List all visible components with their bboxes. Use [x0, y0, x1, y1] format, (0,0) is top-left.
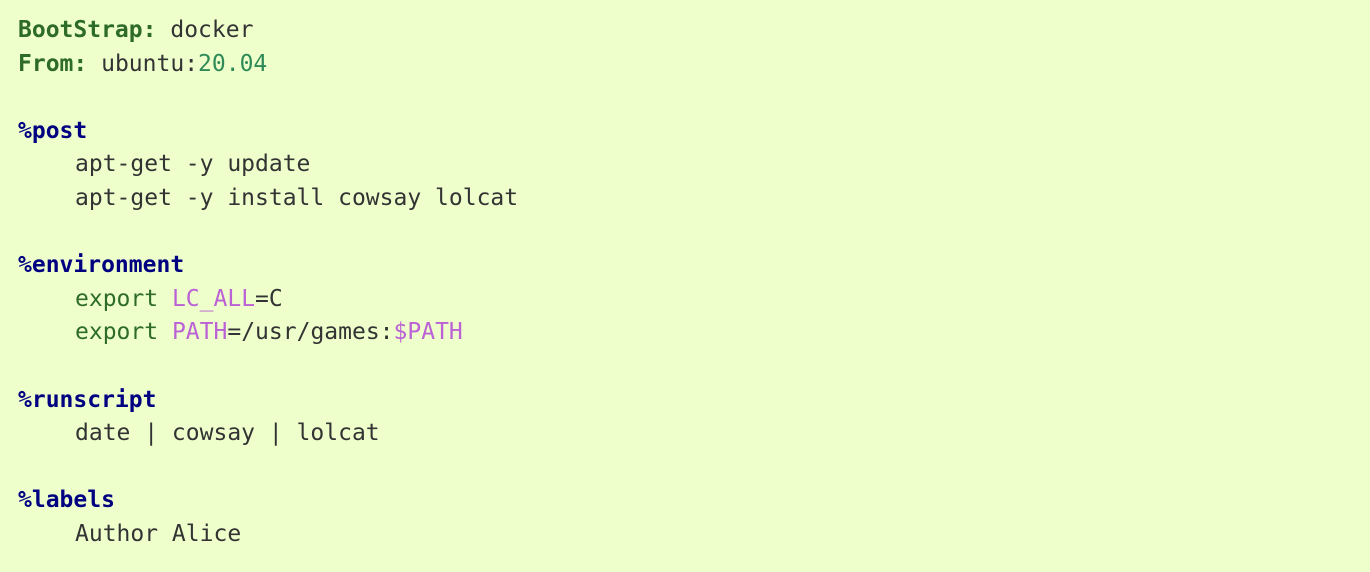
code-line-post-cmd-1: apt-get -y update	[18, 148, 1370, 182]
label-entry: Author Alice	[75, 520, 242, 547]
export-keyword: export	[75, 285, 159, 312]
runscript-command: date | cowsay | lolcat	[75, 420, 380, 447]
assign-operator: =	[255, 285, 269, 312]
environment-section-header: %environment	[18, 252, 185, 279]
post-command: apt-get -y update	[75, 151, 311, 178]
post-section-header: %post	[18, 117, 88, 144]
code-block: BootStrap: docker From: ubuntu:20.04 %po…	[0, 0, 1370, 572]
from-keyword: From:	[18, 50, 88, 77]
bootstrap-keyword: BootStrap:	[18, 17, 157, 43]
runscript-section-header: %runscript	[18, 386, 157, 413]
code-line-runscript-cmd: date | cowsay | lolcat	[18, 417, 1370, 451]
code-line-post-cmd-2: apt-get -y install cowsay lolcat	[18, 182, 1370, 216]
code-line-labels-section: %labels	[18, 484, 1370, 518]
from-image: ubuntu:	[101, 50, 199, 77]
export-keyword: export	[75, 319, 159, 346]
code-line-post-section: %post	[18, 115, 1370, 149]
variable-name: LC_ALL	[171, 285, 256, 312]
post-command: apt-get -y install cowsay lolcat	[75, 184, 519, 211]
code-line-from: From: ubuntu:20.04	[18, 48, 1370, 82]
bootstrap-value: docker	[170, 17, 254, 43]
code-line-export-path: export PATH=/usr/games:$PATH	[18, 316, 1370, 350]
code-line-runscript-section: %runscript	[18, 384, 1370, 418]
labels-section-header: %labels	[18, 487, 115, 514]
code-line-label-author: Author Alice	[18, 518, 1370, 552]
code-line-export-lc-all: export LC_ALL=C	[18, 283, 1370, 317]
variable-value: C	[268, 285, 283, 312]
variable-name: PATH	[171, 319, 228, 346]
variable-reference: $PATH	[393, 319, 463, 346]
code-line-bootstrap: BootStrap: docker	[18, 14, 1370, 48]
from-tag: 20.04	[198, 50, 268, 77]
assign-operator: =	[227, 319, 242, 346]
code-line-environment-section: %environment	[18, 249, 1370, 283]
variable-value: /usr/games:	[241, 319, 394, 346]
